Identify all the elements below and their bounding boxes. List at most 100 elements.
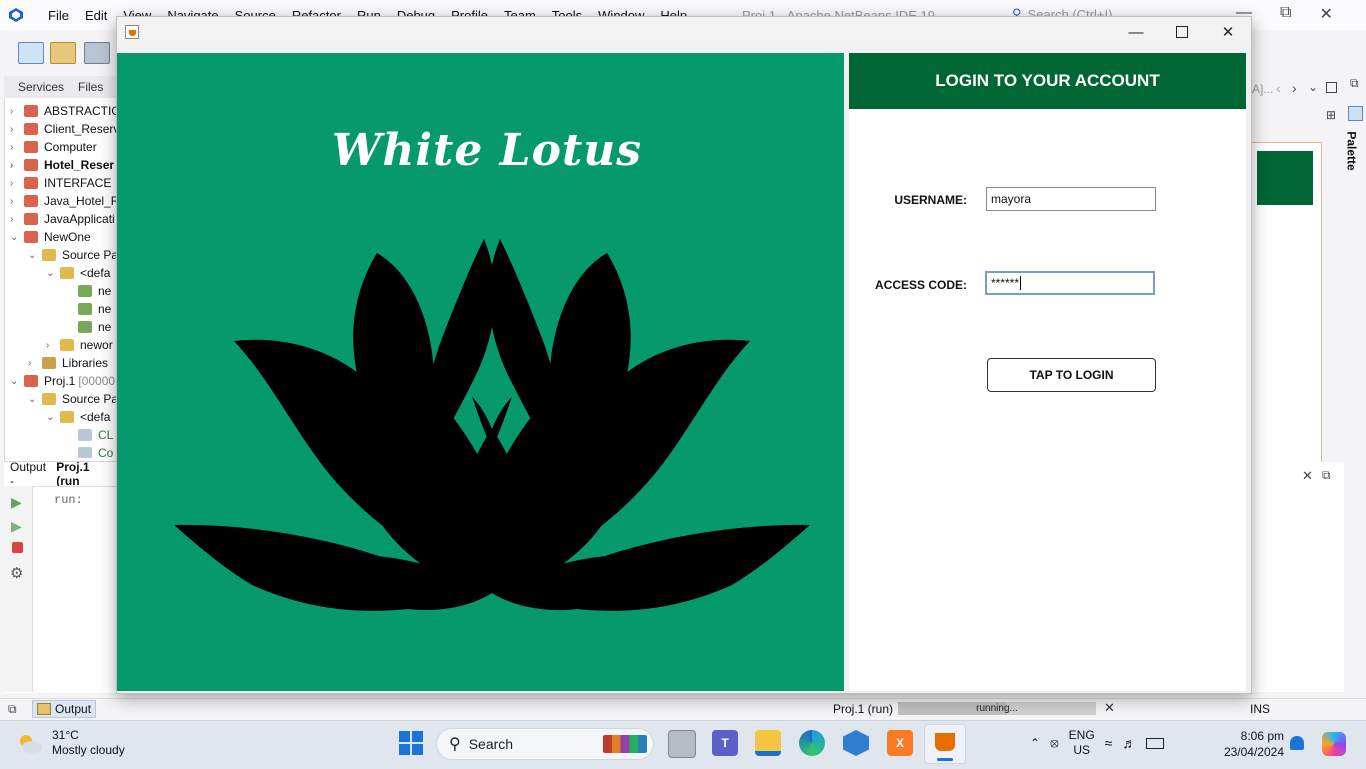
- chevron-right-icon[interactable]: ›: [1292, 80, 1297, 96]
- open-project-icon[interactable]: [84, 42, 110, 64]
- output-title-project: Proj.1 (run: [56, 460, 90, 488]
- restore-icon[interactable]: ⧉: [8, 702, 17, 717]
- palette-icon: [1348, 106, 1363, 121]
- tree-item[interactable]: › Java_Hotel_R: [10, 192, 116, 210]
- chevron-down-icon: ⌄: [10, 231, 19, 243]
- minimize-button[interactable]: —: [1113, 17, 1159, 47]
- rerun-config-icon[interactable]: ▶: [11, 518, 22, 535]
- tree-item[interactable]: ⌄ Source Pa: [28, 390, 116, 408]
- project-icon: [24, 141, 38, 153]
- windows-start-icon[interactable]: [398, 730, 424, 756]
- menu-file[interactable]: File: [40, 8, 77, 23]
- editor-tab-fragment[interactable]: A]...: [1252, 82, 1273, 96]
- status-project: Proj.1 (run): [833, 702, 894, 716]
- username-label: USERNAME:: [894, 193, 967, 207]
- output-title-prefix: Output -: [10, 460, 47, 488]
- close-icon[interactable]: ✕: [1104, 700, 1115, 716]
- chevron-left-icon[interactable]: ‹: [1276, 80, 1281, 96]
- chevron-right-icon: ›: [10, 123, 14, 135]
- tree-item[interactable]: ⌄ <defa: [46, 264, 110, 282]
- palette-tab[interactable]: Palette: [1345, 100, 1366, 180]
- tree-item[interactable]: ⌄ <defa: [46, 408, 110, 426]
- tab-services[interactable]: Services: [18, 80, 64, 94]
- project-icon: [24, 105, 38, 117]
- taskbar-search-label: Search: [468, 736, 514, 752]
- chevron-down-icon[interactable]: ⌄: [1308, 80, 1318, 94]
- tree-item[interactable]: › Client_Reserv: [10, 120, 116, 138]
- tree-item[interactable]: › newor: [46, 336, 113, 354]
- taskbar-search[interactable]: ⚲ Search: [436, 728, 654, 760]
- new-project-icon[interactable]: [50, 42, 76, 64]
- access-code-field[interactable]: ******: [985, 271, 1155, 295]
- tab-files[interactable]: Files: [78, 80, 103, 94]
- tree-item[interactable]: ne: [78, 300, 111, 318]
- task-view-icon[interactable]: [668, 730, 696, 758]
- maximize-button[interactable]: [1159, 17, 1205, 47]
- maximize-icon[interactable]: [1326, 82, 1337, 93]
- location-off-icon[interactable]: ⦻: [1050, 735, 1059, 751]
- battery-icon[interactable]: [1146, 737, 1165, 749]
- language-indicator[interactable]: ENG US: [1069, 728, 1095, 758]
- package-icon: [60, 339, 74, 351]
- copilot-icon[interactable]: [1322, 732, 1346, 756]
- new-file-icon[interactable]: [18, 42, 44, 64]
- rerun-icon[interactable]: ▶: [11, 494, 22, 511]
- chevron-up-icon[interactable]: ⌃: [1030, 736, 1040, 750]
- access-code-value: ******: [991, 276, 1020, 290]
- settings-icon[interactable]: ⚙: [10, 564, 23, 582]
- add-icon[interactable]: ⊞: [1326, 108, 1336, 122]
- chevron-down-icon: ⌄: [46, 411, 55, 423]
- tree-item[interactable]: › INTERFACE: [10, 174, 111, 192]
- chevron-right-icon: ›: [10, 213, 14, 225]
- tree-item[interactable]: ne: [78, 318, 111, 336]
- wifi-icon[interactable]: ≈: [1105, 735, 1113, 751]
- java-icon[interactable]: [924, 724, 966, 764]
- clock[interactable]: 8:06 pm 23/04/2024: [1218, 728, 1284, 760]
- edge-icon[interactable]: [799, 730, 825, 756]
- file-explorer-icon[interactable]: [755, 730, 781, 756]
- tree-item[interactable]: › JavaApplicati: [10, 210, 115, 228]
- java-file-icon: [78, 303, 92, 315]
- output-icon: [37, 703, 51, 715]
- menu-edit[interactable]: Edit: [77, 8, 115, 23]
- close-button[interactable]: ✕: [1205, 17, 1251, 47]
- login-header: LOGIN TO YOUR ACCOUNT: [849, 53, 1246, 109]
- volume-icon[interactable]: ♬: [1122, 735, 1136, 751]
- xampp-icon[interactable]: X: [887, 730, 913, 756]
- text-caret: [1020, 276, 1022, 290]
- teams-icon[interactable]: T: [712, 730, 738, 756]
- tree-item[interactable]: › ABSTRACTIO: [10, 102, 116, 120]
- java-cup-icon: [125, 25, 139, 39]
- login-button[interactable]: TAP TO LOGIN: [987, 358, 1156, 392]
- output-text: run:: [54, 493, 83, 507]
- clock-date: 23/04/2024: [1223, 745, 1284, 759]
- status-output-tab[interactable]: Output: [32, 700, 96, 718]
- tree-item[interactable]: › Libraries: [28, 354, 108, 372]
- chevron-right-icon: ›: [10, 159, 14, 171]
- username-field[interactable]: mayora: [986, 187, 1156, 211]
- chevron-right-icon: ›: [46, 339, 50, 351]
- tree-item[interactable]: Co: [78, 444, 113, 458]
- tree-item[interactable]: CL: [78, 426, 113, 444]
- restore-icon[interactable]: ⧉: [1280, 4, 1291, 24]
- close-icon[interactable]: ✕: [1302, 468, 1313, 484]
- java-file-icon: [78, 285, 92, 297]
- design-preview: [1250, 142, 1322, 464]
- tree-item[interactable]: › Computer: [10, 138, 97, 156]
- chevron-right-icon: ›: [10, 177, 14, 189]
- weather-widget[interactable]: 31°C Mostly cloudy: [16, 728, 125, 758]
- restore-icon[interactable]: ⧉: [1322, 468, 1331, 483]
- login-panel: LOGIN TO YOUR ACCOUNT USERNAME: mayora A…: [849, 53, 1246, 691]
- stop-icon[interactable]: [12, 542, 23, 553]
- tree-item[interactable]: ne: [78, 282, 111, 300]
- access-code-label: ACCESS CODE:: [874, 278, 967, 292]
- tree-item[interactable]: ⌄ Source Pa: [28, 246, 116, 264]
- output-header: Output - Proj.1 (run: [4, 460, 116, 488]
- restore-icon[interactable]: ⧉: [1350, 76, 1359, 91]
- tree-item[interactable]: ⌄ Proj.1 [00000: [10, 372, 115, 390]
- tree-item[interactable]: ⌄ NewOne: [10, 228, 91, 246]
- tree-item[interactable]: › Hotel_Reser: [10, 156, 114, 174]
- notification-bell-icon[interactable]: [1290, 736, 1304, 750]
- close-icon[interactable]: ✕: [1319, 4, 1332, 24]
- login-window: — ✕ White Lotus LOGIN TO YOUR ACCOUNT US…: [116, 16, 1252, 694]
